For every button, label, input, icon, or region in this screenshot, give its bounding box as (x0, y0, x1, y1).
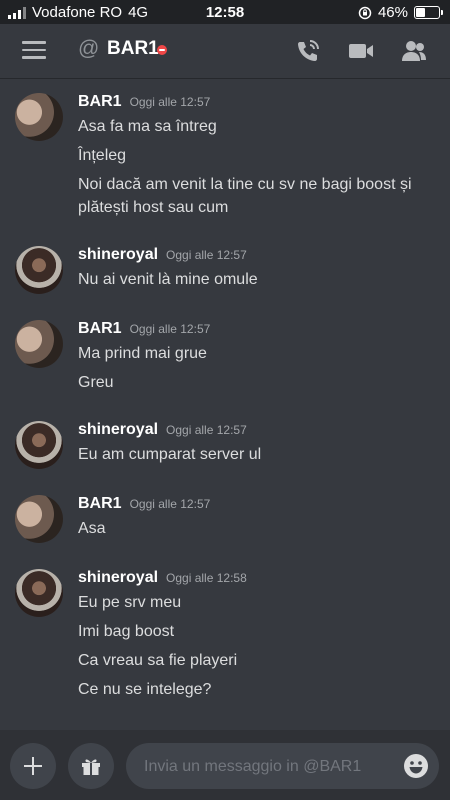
message-timestamp: Oggi alle 12:58 (166, 571, 247, 585)
message-text[interactable]: Ce nu se intelege? (78, 678, 433, 701)
message-text[interactable]: Ca vreau sa fie playeri (78, 649, 433, 672)
message-header: BAR1 Oggi alle 12:57 (78, 93, 210, 111)
message-text[interactable]: plătești host sau cum (78, 196, 433, 219)
avatar[interactable] (15, 495, 63, 543)
author-name[interactable]: shineroyal (78, 421, 158, 438)
message-header: BAR1 Oggi alle 12:57 (78, 320, 210, 338)
avatar[interactable] (15, 421, 63, 469)
battery-percent: 46% (377, 4, 408, 21)
author-name[interactable]: BAR1 (78, 320, 122, 337)
message-timestamp: Oggi alle 12:57 (166, 423, 247, 437)
message-header: shineroyal Oggi alle 12:58 (78, 569, 247, 587)
message-header: shineroyal Oggi alle 12:57 (78, 421, 247, 439)
rotation-lock-icon (358, 6, 372, 19)
message-timestamp: Oggi alle 12:57 (166, 248, 247, 262)
status-bar: Vodafone RO 4G 12:58 46% (0, 0, 450, 24)
avatar[interactable] (15, 246, 63, 294)
members-icon[interactable] (400, 37, 428, 65)
message-text[interactable]: Înțeleg (78, 144, 433, 167)
message-text[interactable]: Eu pe srv meu (78, 591, 433, 614)
message-text[interactable]: Asa (78, 517, 433, 540)
message-timestamp: Oggi alle 12:57 (129, 322, 211, 336)
composer-bar (0, 730, 450, 800)
plus-icon-stroke (32, 757, 34, 775)
video-icon[interactable] (347, 37, 375, 65)
message-timestamp: Oggi alle 12:57 (129, 95, 211, 109)
channel-header: @ BAR1 (0, 24, 450, 79)
channel-title[interactable]: BAR1 (107, 38, 159, 60)
menu-icon[interactable] (22, 41, 46, 59)
message-composer[interactable] (126, 743, 439, 789)
message-text[interactable]: Imi bag boost (78, 620, 433, 643)
avatar[interactable] (15, 93, 63, 141)
dm-at-icon: @ (78, 37, 100, 60)
message-text[interactable]: Asa fa ma sa întreg (78, 115, 433, 138)
message-text[interactable]: Eu am cumparat server ul (78, 443, 433, 466)
author-name[interactable]: BAR1 (78, 93, 122, 110)
author-name[interactable]: shineroyal (78, 246, 158, 263)
message-text[interactable]: Nu ai venit là mine omule (78, 268, 433, 291)
battery-icon (414, 6, 443, 19)
message-text[interactable]: Noi dacă am venit la tine cu sv ne bagi … (78, 173, 433, 196)
message-header: shineroyal Oggi alle 12:57 (78, 246, 247, 264)
message-input[interactable] (142, 755, 386, 779)
message-text[interactable]: Greu (78, 371, 433, 394)
avatar[interactable] (15, 569, 63, 617)
message-text[interactable]: Ma prind mai grue (78, 342, 433, 365)
add-attachment-button[interactable] (10, 743, 56, 789)
message-header: BAR1 Oggi alle 12:57 (78, 495, 210, 513)
dnd-status-icon (157, 45, 167, 55)
call-icon[interactable] (294, 37, 322, 65)
author-name[interactable]: shineroyal (78, 569, 158, 586)
status-right: 46% (358, 4, 443, 21)
gift-icon (82, 759, 100, 775)
message-list[interactable]: BAR1 Oggi alle 12:57 Asa fa ma sa întreg În… (0, 79, 450, 729)
emoji-icon[interactable] (403, 753, 429, 779)
gift-button[interactable] (68, 743, 114, 789)
message-timestamp: Oggi alle 12:57 (129, 497, 211, 511)
avatar[interactable] (15, 320, 63, 368)
author-name[interactable]: BAR1 (78, 495, 122, 512)
